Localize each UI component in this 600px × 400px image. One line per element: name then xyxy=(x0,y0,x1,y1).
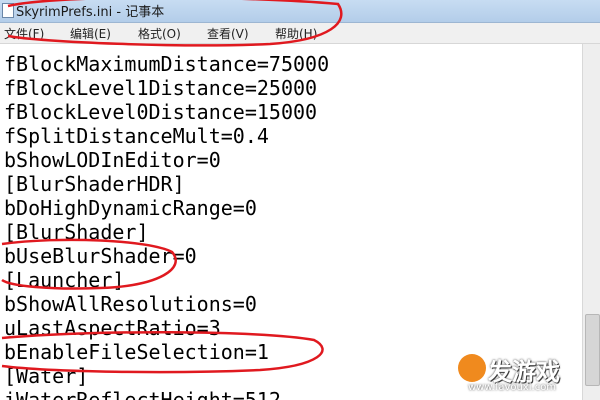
menu-bar: 文件(F) 编辑(E) 格式(O) 查看(V) 帮助(H) xyxy=(0,23,600,44)
text-line: fBlockLevel1Distance=25000 xyxy=(4,76,318,100)
menu-format[interactable]: 格式(O) xyxy=(138,25,181,42)
text-line: bShowAllResolutions=0 xyxy=(4,292,257,316)
text-line: bUseBlurShader=0 xyxy=(4,244,197,268)
text-line: [Water] xyxy=(4,364,89,388)
text-line: [BlurShader] xyxy=(4,220,149,244)
menu-help[interactable]: 帮助(H) xyxy=(275,25,317,42)
text-line: fBlockMaximumDistance=75000 xyxy=(4,52,330,76)
text-line: bShowLODInEditor=0 xyxy=(4,148,221,172)
site-watermark: 发游戏 www.favouxi.com xyxy=(458,352,590,394)
menu-file[interactable]: 文件(F) xyxy=(4,25,44,42)
text-line: fBlockLevel0Distance=15000 xyxy=(4,100,318,124)
text-line: uLastAspectRatio=3 xyxy=(4,316,221,340)
menu-edit[interactable]: 编辑(E) xyxy=(70,25,111,42)
text-line: fSplitDistanceMult=0.4 xyxy=(4,124,269,148)
vertical-scrollbar[interactable] xyxy=(582,44,600,400)
window-title: SkyrimPrefs.ini - 记事本 xyxy=(16,5,165,20)
text-line: [BlurShaderHDR] xyxy=(4,172,185,196)
watermark-logo-icon xyxy=(458,354,486,382)
watermark-url-text: www.favouxi.com xyxy=(468,382,557,393)
text-line: iWaterReflectHeight=512 xyxy=(4,388,281,400)
menu-view[interactable]: 查看(V) xyxy=(207,25,249,42)
title-bar: SkyrimPrefs.ini - 记事本 xyxy=(0,0,600,23)
notepad-icon xyxy=(2,3,14,18)
text-line: [Launcher] xyxy=(4,268,125,292)
text-editor[interactable]: fBlockMaximumDistance=75000 fBlockLevel1… xyxy=(0,44,582,400)
text-line: bEnableFileSelection=1 xyxy=(4,340,269,364)
text-line: bDoHighDynamicRange=0 xyxy=(4,196,257,220)
